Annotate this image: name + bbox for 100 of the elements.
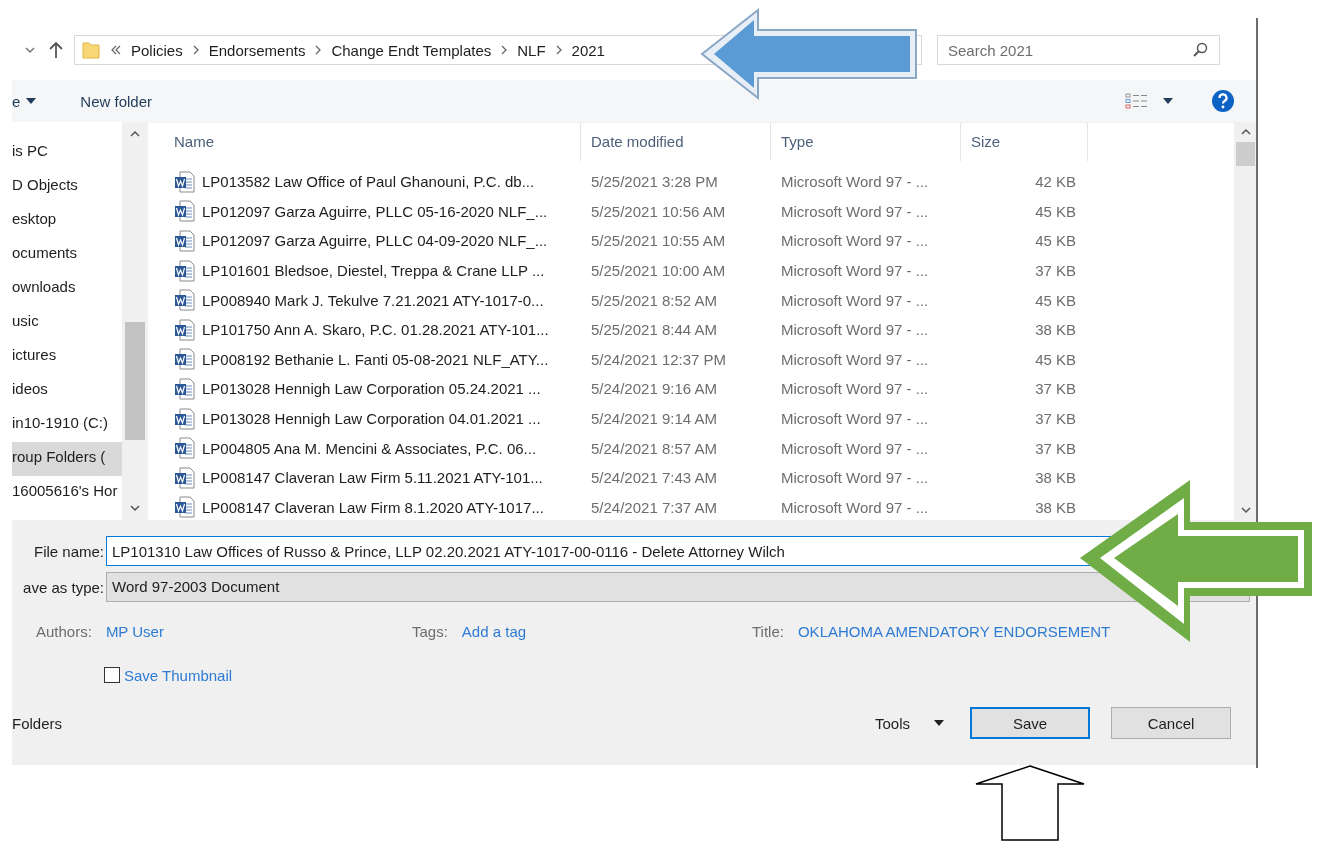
nav-item[interactable]: ideos bbox=[12, 374, 122, 408]
search-icon bbox=[1192, 42, 1208, 58]
up-arrow-icon[interactable] bbox=[48, 41, 64, 59]
word-document-icon bbox=[174, 348, 196, 371]
chevron-right-icon bbox=[191, 45, 200, 55]
file-name[interactable]: LP008940 Mark J. Tekulve 7.21.2021 ATY-1017-0... bbox=[202, 291, 544, 309]
checkbox-label[interactable]: Save Thumbnail bbox=[124, 666, 233, 684]
file-name[interactable]: LP008147 Claveran Law Firm 5.11.2021 ATY-101... bbox=[202, 469, 543, 487]
hide-folders-toggle[interactable]: Folders bbox=[12, 714, 63, 732]
dialog-button[interactable]: Cancel bbox=[1111, 707, 1231, 739]
caret-down-icon[interactable] bbox=[26, 98, 37, 104]
type-cell-text: Microsoft Word 97 - ... bbox=[780, 498, 930, 516]
word-document-icon bbox=[174, 466, 196, 489]
metadata-label: Tags: bbox=[412, 622, 448, 640]
breadcrumb[interactable]: Change Endt Templates bbox=[331, 41, 492, 59]
type-cell-text: Microsoft Word 97 - ... bbox=[780, 439, 930, 457]
size-cell-text: 37 KB bbox=[1034, 380, 1077, 398]
field-label: ave as type: bbox=[22, 578, 104, 596]
date-cell-text: 5/24/2021 8:57 AM bbox=[590, 439, 718, 457]
column-header[interactable]: Type bbox=[771, 123, 961, 161]
type-cell-text: Microsoft Word 97 - ... bbox=[780, 469, 930, 487]
caret-down-icon[interactable] bbox=[1163, 98, 1173, 104]
file-name[interactable]: LP012097 Garza Aguirre, PLLC 05-16-2020 NLF_... bbox=[202, 202, 548, 220]
date-cell-text: 5/24/2021 9:14 AM bbox=[590, 410, 718, 428]
type-cell-text: Microsoft Word 97 - ... bbox=[780, 291, 930, 309]
nav-item[interactable]: ictures bbox=[12, 340, 122, 374]
type-cell-text: Microsoft Word 97 - ... bbox=[780, 173, 930, 191]
scrollbar[interactable] bbox=[1234, 122, 1257, 520]
type-cell-text: Microsoft Word 97 - ... bbox=[780, 262, 930, 280]
column-header[interactable]: Date modified bbox=[581, 123, 771, 161]
caret-down-icon[interactable] bbox=[934, 720, 944, 726]
date-cell-text: 5/24/2021 7:43 AM bbox=[590, 469, 718, 487]
scroll-up-icon[interactable] bbox=[1239, 128, 1252, 136]
breadcrumb[interactable]: 2021 bbox=[571, 41, 605, 59]
breadcrumb[interactable]: Policies bbox=[131, 41, 183, 59]
nav-item[interactable]: roup Folders ( bbox=[12, 442, 122, 476]
file-name[interactable]: LP013028 Hennigh Law Corporation 05.24.2021 ... bbox=[202, 380, 541, 398]
size-cell-text: 38 KB bbox=[1034, 321, 1077, 339]
nav-item[interactable]: is PC bbox=[12, 136, 122, 170]
file-name[interactable]: LP101750 Ann A. Skaro, P.C. 01.28.2021 ATY-101... bbox=[202, 321, 549, 339]
word-document-icon bbox=[174, 259, 196, 282]
nav-item[interactable]: usic bbox=[12, 306, 122, 340]
chevron-right-icon bbox=[500, 45, 509, 55]
folder-icon bbox=[81, 40, 101, 60]
file-name[interactable]: LP013028 Hennigh Law Corporation 04.01.2021 ... bbox=[202, 410, 541, 428]
type-cell-text: Microsoft Word 97 - ... bbox=[780, 380, 930, 398]
search-field[interactable]: Search 2021 bbox=[937, 35, 1220, 65]
nav-item[interactable]: 16005616's Hor bbox=[12, 476, 122, 510]
word-document-icon bbox=[174, 496, 196, 519]
metadata-label: Title: bbox=[752, 622, 784, 640]
nav-item[interactable]: esktop bbox=[12, 204, 122, 238]
view-options-button[interactable] bbox=[1125, 93, 1173, 109]
file-name[interactable]: LP101601 Bledsoe, Diestel, Treppa & Crane LLP ... bbox=[202, 262, 545, 280]
overflow-chevron-icon[interactable] bbox=[110, 45, 122, 55]
scroll-down-icon[interactable] bbox=[129, 504, 141, 512]
word-document-icon bbox=[174, 230, 196, 252]
column-header[interactable]: Size bbox=[961, 123, 1088, 161]
scroll-up-icon[interactable] bbox=[129, 130, 141, 138]
date-cell-text: 5/24/2021 7:37 AM bbox=[590, 498, 718, 516]
metadata-value[interactable]: MP User bbox=[105, 622, 164, 640]
scrollbar[interactable] bbox=[122, 122, 148, 520]
file-name[interactable]: LP008147 Claveran Law Firm 8.1.2020 ATY-1017... bbox=[202, 498, 544, 516]
file-name[interactable]: LP013582 Law Office of Paul Ghanouni, P.C. db... bbox=[202, 173, 535, 191]
type-cell-text: Microsoft Word 97 - ... bbox=[780, 232, 930, 250]
dialog-button[interactable]: Save bbox=[970, 707, 1090, 739]
metadata-label: Authors: bbox=[36, 622, 92, 640]
size-cell-text: 37 KB bbox=[1034, 410, 1077, 428]
scrollbar-thumb[interactable] bbox=[125, 322, 145, 440]
checkbox[interactable] bbox=[104, 667, 120, 683]
size-cell-text: 45 KB bbox=[1034, 291, 1077, 309]
date-cell-text: 5/24/2021 9:16 AM bbox=[590, 380, 718, 398]
scrollbar-thumb[interactable] bbox=[1236, 142, 1255, 166]
chevron-down-icon[interactable] bbox=[24, 46, 36, 54]
file-name[interactable]: LP004805 Ana M. Mencini & Associates, P.C. 06... bbox=[202, 439, 537, 457]
word-document-icon bbox=[174, 200, 196, 223]
type-cell-text: Microsoft Word 97 - ... bbox=[780, 321, 930, 339]
scroll-down-icon[interactable] bbox=[1239, 506, 1252, 514]
breadcrumb[interactable]: NLF bbox=[517, 41, 546, 59]
size-cell-text: 38 KB bbox=[1034, 469, 1077, 487]
help-icon[interactable] bbox=[1211, 89, 1235, 113]
column-header[interactable]: Name bbox=[150, 123, 581, 161]
file-name[interactable]: LP008192 Bethanie L. Fanti 05-08-2021 NLF_ATY... bbox=[202, 350, 549, 368]
size-cell-text: 42 KB bbox=[1034, 173, 1077, 191]
file-name[interactable]: LP012097 Garza Aguirre, PLLC 04-09-2020 NLF_... bbox=[202, 232, 548, 250]
breadcrumb[interactable]: Endorsements bbox=[208, 41, 306, 59]
new-folder-button[interactable]: New folder bbox=[80, 92, 153, 110]
tools-menu[interactable]: Tools bbox=[874, 714, 944, 732]
nav-item[interactable]: D Objects bbox=[12, 170, 122, 204]
nav-item[interactable]: ocuments bbox=[12, 238, 122, 272]
metadata-value[interactable]: Add a tag bbox=[461, 622, 527, 640]
nav-item[interactable]: in10-1910 (C:) bbox=[12, 408, 122, 442]
metadata-value[interactable]: OKLAHOMA AMENDATORY ENDORSEMENT bbox=[797, 622, 1111, 640]
chevron-right-icon bbox=[314, 45, 323, 55]
date-cell-text: 5/25/2021 10:00 AM bbox=[590, 262, 727, 280]
organize-menu[interactable]: e bbox=[12, 92, 37, 110]
type-cell-text: Microsoft Word 97 - ... bbox=[780, 350, 930, 368]
date-cell-text: 5/24/2021 12:37 PM bbox=[590, 350, 728, 368]
chevron-right-icon bbox=[554, 45, 563, 55]
size-cell-text: 37 KB bbox=[1034, 439, 1077, 457]
nav-item[interactable]: ownloads bbox=[12, 272, 122, 306]
